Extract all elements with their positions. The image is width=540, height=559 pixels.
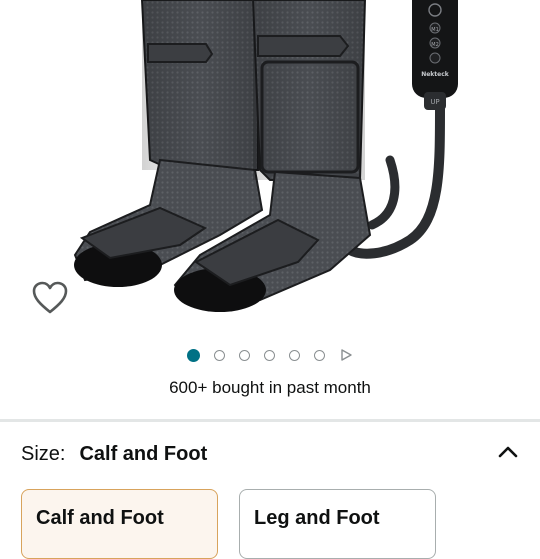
- carousel-dot[interactable]: [239, 349, 250, 361]
- carousel-dot[interactable]: [187, 348, 200, 362]
- size-selector-header[interactable]: Size: Calf and Foot: [21, 440, 520, 468]
- remote-brand: Nekteck: [421, 71, 450, 78]
- purchase-count-text: 600+ bought in past month: [169, 378, 371, 397]
- play-icon[interactable]: [339, 348, 353, 362]
- size-label: Size:: [21, 442, 66, 465]
- carousel-dot[interactable]: [264, 349, 275, 361]
- section-divider: [0, 419, 540, 422]
- size-option-leg-and-foot[interactable]: Leg and Foot: [239, 489, 436, 559]
- chevron-up-icon[interactable]: [496, 440, 520, 464]
- size-option-label: Calf and Foot: [36, 507, 164, 529]
- carousel-indicators: [0, 347, 540, 363]
- wishlist-heart-icon[interactable]: [30, 280, 70, 316]
- size-option-calf-and-foot[interactable]: Calf and Foot: [21, 489, 218, 559]
- product-image[interactable]: M1 M2 Nekteck UP: [0, 0, 540, 330]
- carousel-dot[interactable]: [289, 349, 300, 361]
- svg-text:M1: M1: [431, 27, 439, 33]
- svg-text:M2: M2: [431, 42, 439, 48]
- remote-up-label: UP: [430, 98, 439, 106]
- size-option-label: Leg and Foot: [254, 507, 380, 529]
- carousel-dot[interactable]: [314, 349, 325, 361]
- carousel-dot[interactable]: [214, 349, 225, 361]
- size-selected-value: Calf and Foot: [79, 442, 208, 465]
